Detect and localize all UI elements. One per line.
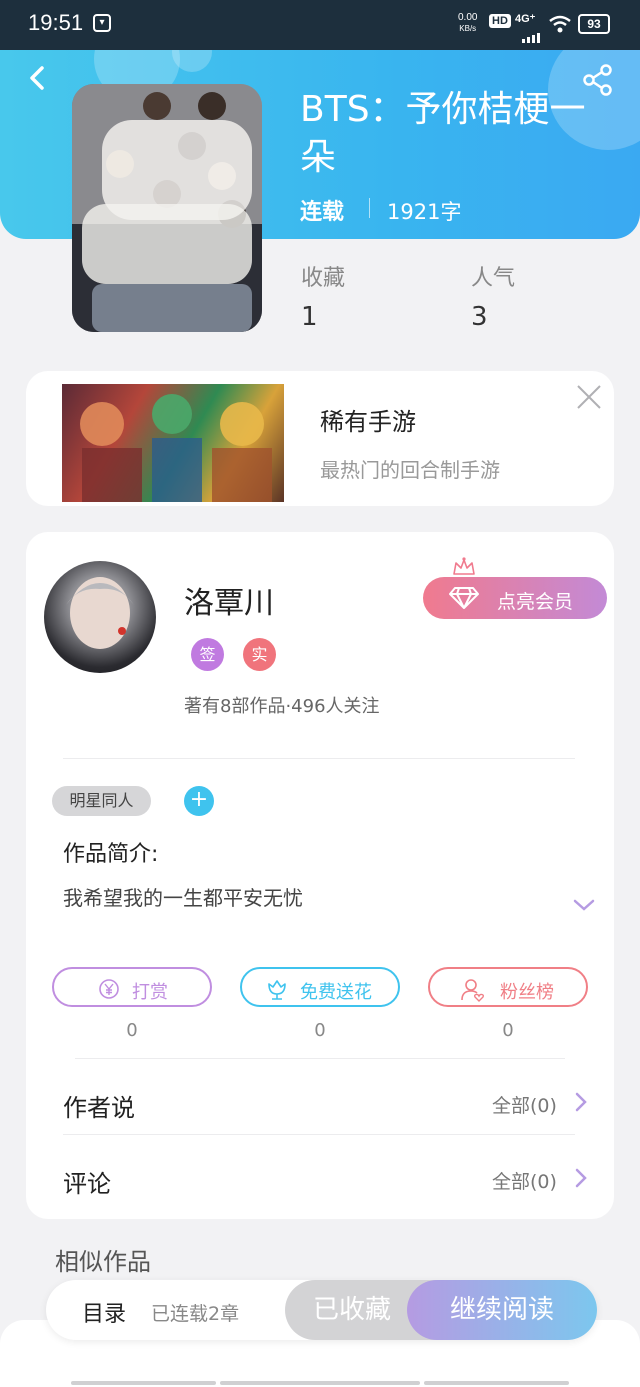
ad-title: 稀有手游 [320, 408, 416, 436]
stat-popularity-label: 人气 [471, 266, 516, 291]
table-of-contents-button[interactable]: 目录 已连载2章 [60, 1280, 280, 1340]
chevron-right-icon [575, 1168, 587, 1188]
signal-icon [522, 24, 542, 43]
author-note-count: 全部(0) [492, 1095, 557, 1117]
close-icon[interactable] [576, 384, 602, 410]
send-flower-button[interactable]: 免费送花 [240, 967, 400, 1007]
verified-badge: 实 [243, 638, 276, 671]
diamond-icon [449, 587, 479, 609]
genre-tag[interactable]: 明星同人 [52, 786, 151, 816]
ad-image[interactable] [62, 384, 284, 502]
fan-count: 0 [502, 1020, 514, 1041]
intro-text: 我希望我的一生都平安无忧 [63, 886, 303, 910]
divider [63, 758, 575, 759]
comments-label: 评论 [63, 1170, 111, 1198]
author-name[interactable]: 洛覃川 [184, 578, 274, 622]
book-title: BTS：予你桔梗一朵 [300, 89, 586, 178]
author-note-row[interactable]: 作者说 全部(0) [26, 1068, 614, 1134]
chevron-down-icon[interactable] [572, 897, 596, 913]
battery-icon: 93 [578, 14, 610, 34]
divider [63, 1134, 575, 1135]
word-count: 1921字 [387, 200, 462, 224]
author-stats: 著有8部作品·496人关注 [184, 696, 380, 717]
author-avatar[interactable] [44, 561, 156, 673]
vip-button-label: 点亮会员 [497, 591, 574, 613]
avatar-photo [66, 577, 134, 649]
hd-icon: HD [489, 14, 511, 28]
reward-button[interactable]: 打赏 [52, 967, 212, 1007]
toc-label: 目录 [82, 1302, 127, 1327]
app-notification-icon: ▾ [93, 14, 111, 32]
status-time: 19:51 [28, 10, 84, 35]
wifi-icon [549, 15, 571, 33]
author-note-label: 作者说 [63, 1094, 135, 1122]
intro-label: 作品简介: [63, 842, 159, 867]
stat-favorites-value: 1 [301, 302, 318, 332]
placeholder-bar [71, 1381, 216, 1385]
fan-ranking-button[interactable]: 粉丝榜 [428, 967, 588, 1007]
book-cover-image[interactable] [72, 84, 262, 332]
divider [369, 198, 370, 218]
flower-icon [268, 980, 286, 1000]
send-flower-label: 免费送花 [300, 982, 372, 1003]
stat-favorites-label: 收藏 [301, 266, 346, 291]
chevron-right-icon [575, 1092, 587, 1112]
reward-label: 打赏 [132, 982, 168, 1003]
network-speed: 0.00 KB/s [458, 12, 478, 33]
fan-ranking-label: 粉丝榜 [500, 982, 554, 1003]
fan-icon [461, 979, 485, 1002]
yen-icon [99, 979, 119, 999]
placeholder-bar [424, 1381, 569, 1385]
status-bar: 19:51 ▾ 0.00 KB/s HD 4G⁺ 93 [0, 0, 640, 50]
reward-count: 0 [126, 1020, 138, 1041]
comments-row[interactable]: 评论 全部(0) [26, 1144, 614, 1210]
serial-status: 连载 [300, 200, 345, 225]
add-tag-button[interactable]: + [184, 786, 214, 816]
back-icon[interactable] [24, 64, 52, 92]
divider [75, 1058, 565, 1059]
placeholder-bar [220, 1381, 420, 1385]
cover-photo [72, 84, 262, 332]
signed-badge: 签 [191, 638, 224, 671]
comments-count: 全部(0) [492, 1171, 557, 1193]
flower-count: 0 [314, 1020, 326, 1041]
similar-works-heading: 相似作品 [55, 1248, 151, 1276]
stat-popularity-value: 3 [471, 302, 488, 332]
continue-reading-button[interactable]: 继续阅读 [407, 1280, 597, 1340]
crown-icon [453, 557, 475, 575]
ad-subtitle: 最热门的回合制手游 [320, 458, 500, 482]
vip-button[interactable]: 点亮会员 [423, 577, 607, 619]
toc-chapter-count: 已连载2章 [151, 1303, 240, 1325]
ad-artwork [80, 394, 272, 502]
